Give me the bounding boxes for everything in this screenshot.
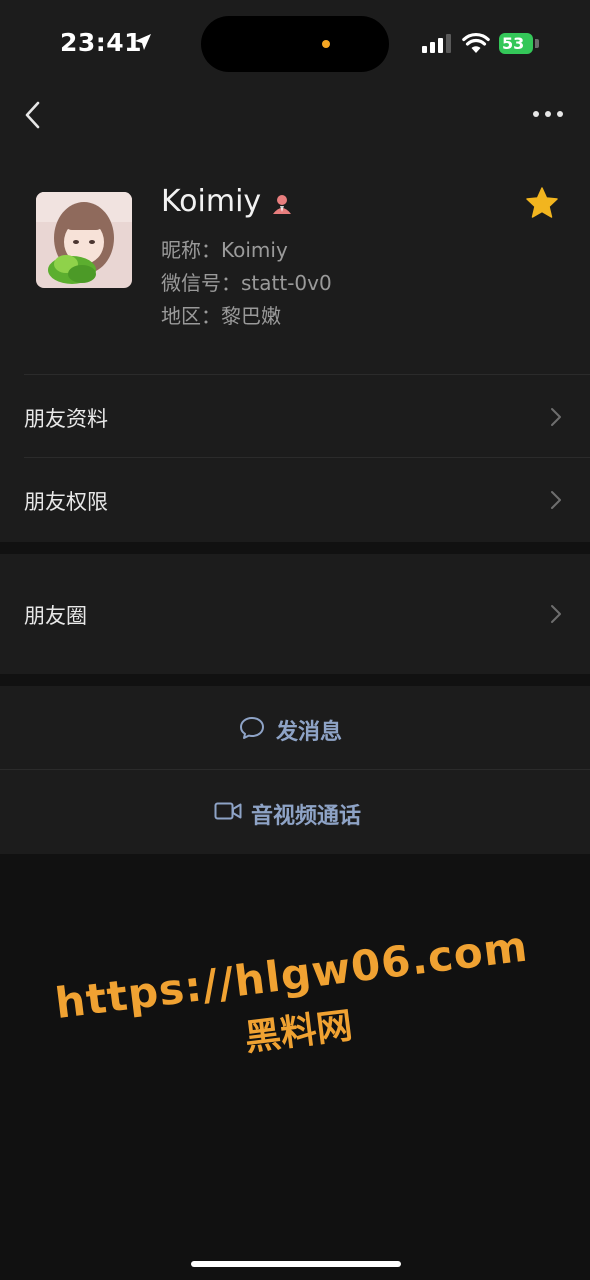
friend-settings-group: 朋友资料 朋友权限 <box>0 374 590 542</box>
chevron-left-icon[interactable] <box>22 100 44 130</box>
watermark: https://hlgw06.com 黑料网 <box>0 914 590 1090</box>
privacy-indicator-dot <box>322 40 330 48</box>
send-message-label: 发消息 <box>276 720 343 745</box>
location-arrow-icon <box>135 34 151 50</box>
status-time: 23:41 <box>60 28 143 57</box>
signal-icon <box>422 34 451 53</box>
video-camera-icon <box>214 802 242 820</box>
avatar[interactable] <box>36 192 132 288</box>
more-dots-icon[interactable] <box>530 102 566 126</box>
row-label: 朋友资料 <box>24 407 108 431</box>
battery-level: 53 <box>502 34 525 53</box>
dynamic-island <box>201 16 389 72</box>
battery-charging-icon: 53 <box>499 33 539 54</box>
nav-bar <box>0 88 590 148</box>
profile-card: Koimiy 昵称：Koimiy 微信号：statt-0v0 地区：黎巴嫩 <box>0 148 590 374</box>
row-friend-profile[interactable]: 朋友资料 <box>0 375 590 458</box>
row-label: 朋友圈 <box>24 604 87 628</box>
female-icon <box>273 195 291 214</box>
star-icon[interactable] <box>525 186 559 220</box>
chat-bubble-icon <box>240 717 264 739</box>
chevron-right-icon <box>551 605 561 623</box>
home-indicator[interactable] <box>191 1261 401 1267</box>
row-label: 朋友权限 <box>24 490 108 514</box>
send-message-button[interactable]: 发消息 <box>0 686 590 769</box>
chevron-right-icon <box>551 491 561 509</box>
row-moments[interactable]: 朋友圈 <box>0 554 590 674</box>
action-group: 发消息 音视频通话 <box>0 686 590 854</box>
profile-name: Koimiy <box>161 184 262 219</box>
chevron-right-icon <box>551 408 561 426</box>
wifi-icon <box>462 32 490 53</box>
video-call-button[interactable]: 音视频通话 <box>0 770 590 854</box>
region: 地区：黎巴嫩 <box>161 304 281 328</box>
wechat-id: 微信号：statt-0v0 <box>161 271 332 295</box>
video-call-label: 音视频通话 <box>251 804 362 829</box>
nickname: 昵称：Koimiy <box>161 238 288 262</box>
row-friend-permissions[interactable]: 朋友权限 <box>0 458 590 542</box>
status-bar: 23:41 53 <box>0 0 590 88</box>
